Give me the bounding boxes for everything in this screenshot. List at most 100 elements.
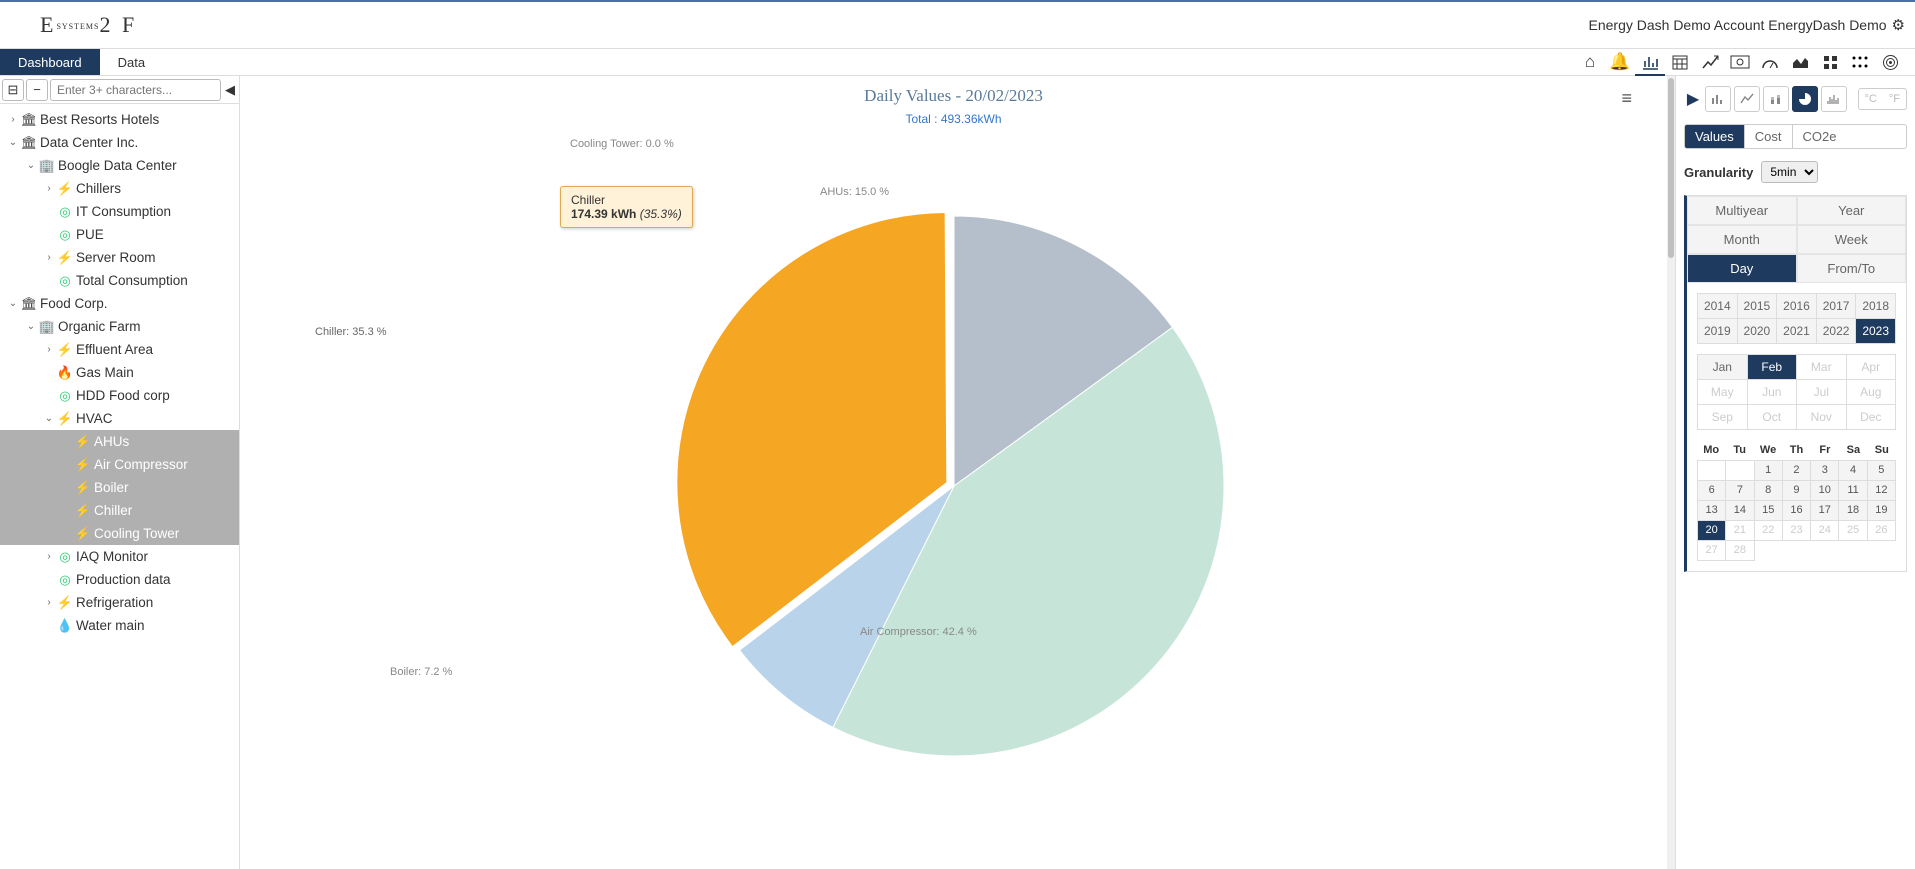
day-14[interactable]: 14 (1726, 501, 1754, 521)
chevron-right-icon[interactable]: › (6, 114, 20, 125)
year-2022[interactable]: 2022 (1817, 319, 1857, 344)
collapse-all-button[interactable]: ⊟ (2, 79, 24, 101)
day-2[interactable]: 2 (1783, 461, 1811, 481)
month-feb[interactable]: Feb (1748, 355, 1798, 380)
chevron-right-icon[interactable]: › (42, 551, 56, 562)
period-week[interactable]: Week (1797, 225, 1907, 254)
chevron-right-icon[interactable]: › (42, 252, 56, 263)
tree-item[interactable]: ⚡Chiller (0, 499, 239, 522)
year-2016[interactable]: 2016 (1777, 294, 1817, 319)
metric-toggle[interactable]: ValuesCostCO2e (1684, 124, 1907, 149)
tree-minus-button[interactable]: − (26, 79, 48, 101)
year-2019[interactable]: 2019 (1698, 319, 1738, 344)
metric-values[interactable]: Values (1685, 125, 1745, 148)
tree-item[interactable]: ⚡Cooling Tower (0, 522, 239, 545)
chevron-down-icon[interactable]: ⌄ (24, 321, 38, 332)
chart-type-line-icon[interactable] (1734, 86, 1760, 112)
tree-search-input[interactable] (50, 79, 221, 101)
chart-menu-icon[interactable]: ≡ (1621, 88, 1632, 109)
day-5[interactable]: 5 (1868, 461, 1896, 481)
tree-item[interactable]: ›⚡Refrigeration (0, 591, 239, 614)
sidebar-collapse-handle[interactable]: ◀ (223, 82, 237, 98)
day-10[interactable]: 10 (1811, 481, 1839, 501)
chart-type-histogram-icon[interactable] (1821, 86, 1847, 112)
chart-type-stacked-icon[interactable] (1763, 86, 1789, 112)
day-15[interactable]: 15 (1755, 501, 1783, 521)
year-2017[interactable]: 2017 (1817, 294, 1857, 319)
tree-item[interactable]: ◎Production data (0, 568, 239, 591)
tree-item[interactable]: ›◎IAQ Monitor (0, 545, 239, 568)
calendar-icon[interactable] (1665, 49, 1695, 76)
tree-item[interactable]: ⚡AHUs (0, 430, 239, 453)
chevron-right-icon[interactable]: › (42, 344, 56, 355)
year-2014[interactable]: 2014 (1698, 294, 1738, 319)
chevron-down-icon[interactable]: ⌄ (6, 298, 20, 309)
day-18[interactable]: 18 (1839, 501, 1867, 521)
year-2020[interactable]: 2020 (1738, 319, 1778, 344)
granularity-select[interactable]: 5min (1761, 161, 1818, 183)
chevron-right-icon[interactable]: › (42, 183, 56, 194)
period-year[interactable]: Year (1797, 196, 1907, 225)
account-label[interactable]: Energy Dash Demo Account EnergyDash Demo… (1589, 16, 1906, 34)
tree-item[interactable]: ⚡Boiler (0, 476, 239, 499)
gauge-icon[interactable] (1755, 49, 1785, 76)
tree-item[interactable]: ◎IT Consumption (0, 200, 239, 223)
chart-type-bar-icon[interactable] (1705, 86, 1731, 112)
year-2021[interactable]: 2021 (1777, 319, 1817, 344)
period-month[interactable]: Month (1687, 225, 1797, 254)
tree-item[interactable]: ›⚡Server Room (0, 246, 239, 269)
bar-chart-icon[interactable] (1635, 49, 1665, 76)
month-jan[interactable]: Jan (1698, 355, 1748, 380)
grid-icon[interactable] (1815, 49, 1845, 76)
day-16[interactable]: 16 (1783, 501, 1811, 521)
area-chart-icon[interactable] (1785, 49, 1815, 76)
period-multiyear[interactable]: Multiyear (1687, 196, 1797, 225)
bell-icon[interactable]: 🔔 (1605, 49, 1635, 76)
tree-item[interactable]: ⌄🏢Boogle Data Center (0, 154, 239, 177)
day-9[interactable]: 9 (1783, 481, 1811, 501)
tree-item[interactable]: ◎PUE (0, 223, 239, 246)
tree-item[interactable]: ⌄🏢Organic Farm (0, 315, 239, 338)
tree-item[interactable]: ⌄🏛Food Corp. (0, 292, 239, 315)
period-from-to[interactable]: From/To (1797, 254, 1907, 283)
day-6[interactable]: 6 (1698, 481, 1726, 501)
home-icon[interactable]: ⌂ (1575, 49, 1605, 76)
gear-icon[interactable]: ⚙ (1892, 16, 1905, 34)
day-19[interactable]: 19 (1868, 501, 1896, 521)
tree-item[interactable]: ›⚡Chillers (0, 177, 239, 200)
day-11[interactable]: 11 (1839, 481, 1867, 501)
year-2023[interactable]: 2023 (1856, 319, 1896, 344)
day-1[interactable]: 1 (1755, 461, 1783, 481)
period-day[interactable]: Day (1687, 254, 1797, 283)
target-icon[interactable] (1875, 49, 1905, 76)
tree-item[interactable]: ⚡Air Compressor (0, 453, 239, 476)
tree-item[interactable]: ›⚡Effluent Area (0, 338, 239, 361)
year-2015[interactable]: 2015 (1738, 294, 1778, 319)
year-2018[interactable]: 2018 (1856, 294, 1896, 319)
day-8[interactable]: 8 (1755, 481, 1783, 501)
chevron-down-icon[interactable]: ⌄ (6, 137, 20, 148)
day-17[interactable]: 17 (1811, 501, 1839, 521)
metric-co2e[interactable]: CO2e (1793, 125, 1847, 148)
tree-item[interactable]: 💧Water main (0, 614, 239, 637)
nav-tab-dashboard[interactable]: Dashboard (0, 49, 100, 75)
tree-item[interactable]: ◎HDD Food corp (0, 384, 239, 407)
day-12[interactable]: 12 (1868, 481, 1896, 501)
play-icon[interactable]: ▶ (1684, 86, 1702, 112)
chart-type-pie-icon[interactable] (1792, 86, 1818, 112)
money-icon[interactable] (1725, 49, 1755, 76)
day-7[interactable]: 7 (1726, 481, 1754, 501)
tree-item[interactable]: ⌄🏛Data Center Inc. (0, 131, 239, 154)
day-4[interactable]: 4 (1839, 461, 1867, 481)
tree-item[interactable]: ›🏛Best Resorts Hotels (0, 108, 239, 131)
chevron-down-icon[interactable]: ⌄ (24, 160, 38, 171)
nav-tab-data[interactable]: Data (100, 49, 163, 75)
chart-scrollbar[interactable] (1667, 76, 1675, 869)
unit-toggle[interactable]: °C°F (1858, 88, 1907, 110)
trend-icon[interactable] (1695, 49, 1725, 76)
day-13[interactable]: 13 (1698, 501, 1726, 521)
day-20[interactable]: 20 (1698, 521, 1726, 541)
metric-cost[interactable]: Cost (1745, 125, 1793, 148)
tree-item[interactable]: 🔥Gas Main (0, 361, 239, 384)
chevron-right-icon[interactable]: › (42, 597, 56, 608)
